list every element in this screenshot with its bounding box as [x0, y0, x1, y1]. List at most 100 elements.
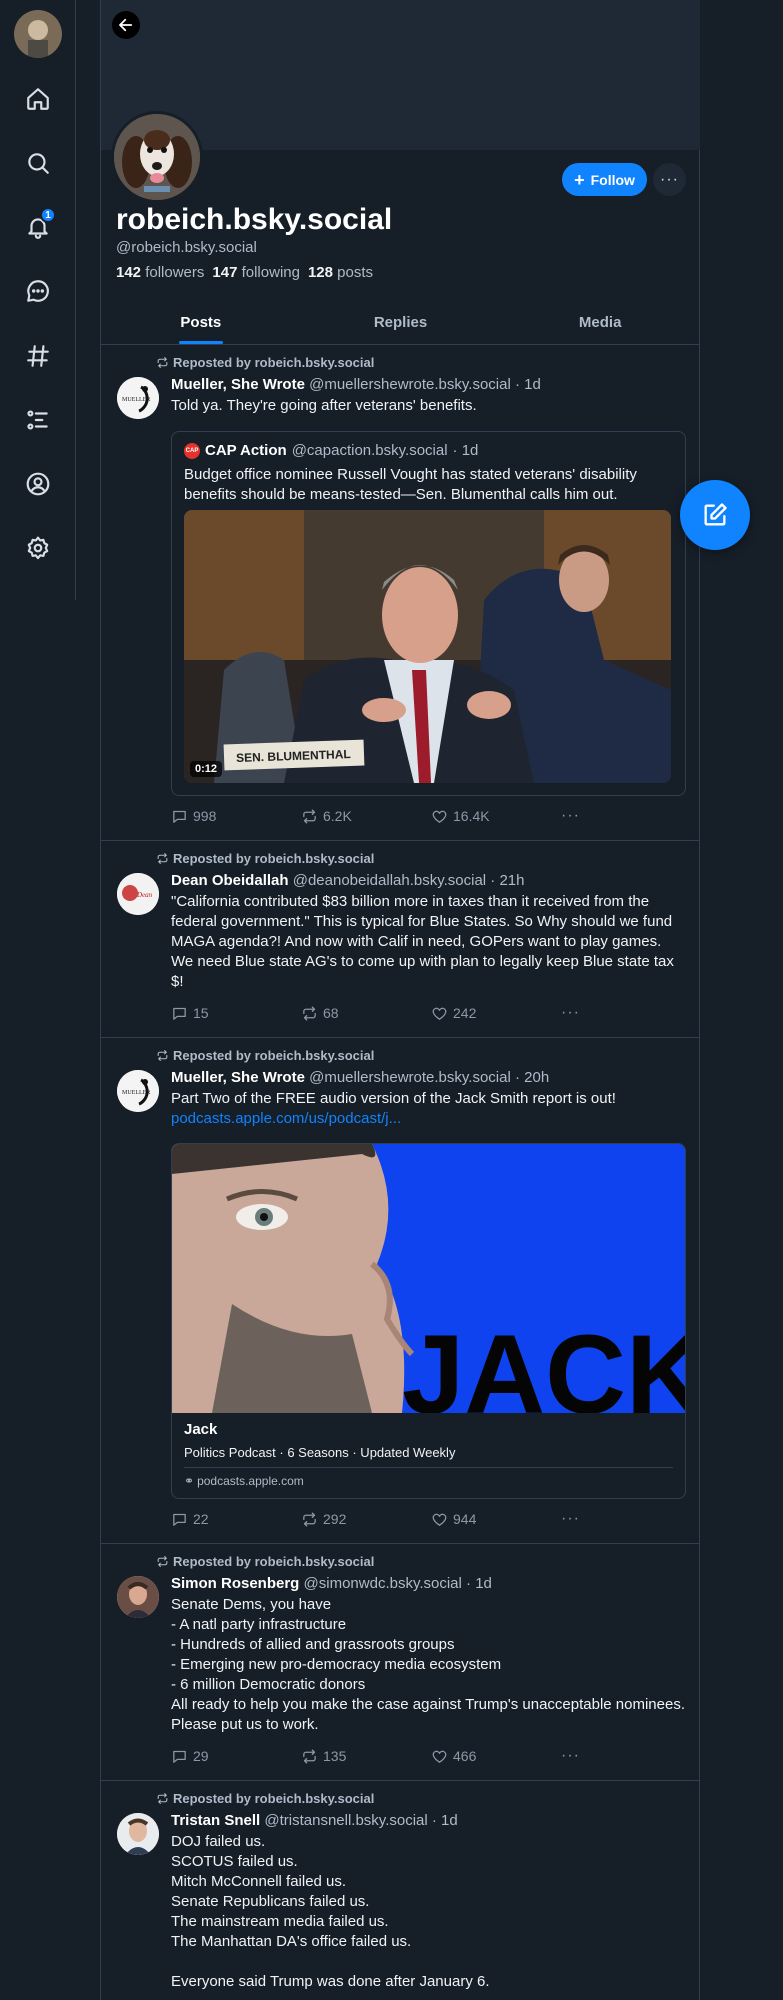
ellipsis-icon: ···	[561, 1510, 580, 1527]
quote-handle[interactable]: @capaction.bsky.social	[292, 442, 448, 459]
post-more-button[interactable]: ···	[561, 1510, 580, 1528]
feed-post[interactable]: Reposted by robeich.bsky.social Dean Dea…	[101, 841, 700, 1038]
compose-button[interactable]	[680, 480, 750, 550]
lists-icon[interactable]	[18, 400, 58, 440]
repost-button[interactable]: 292	[301, 1511, 431, 1528]
repost-icon	[157, 853, 168, 864]
post-handle[interactable]: @tristansnell.bsky.social	[264, 1812, 427, 1829]
link-card-title: Jack	[184, 1421, 218, 1438]
globe-icon: ⚭	[184, 1474, 195, 1488]
author-avatar[interactable]: MUELLER	[117, 1070, 159, 1112]
ellipsis-icon: ···	[561, 807, 580, 824]
search-icon[interactable]	[18, 143, 58, 183]
post-time: · 21h	[490, 872, 525, 889]
like-button[interactable]: 466	[431, 1748, 561, 1765]
chat-icon[interactable]	[18, 271, 58, 311]
profile-stats: 142 followers 147 following 128 posts	[116, 264, 373, 281]
video-duration: 0:12	[190, 761, 223, 777]
my-avatar[interactable]	[14, 10, 62, 58]
post-handle[interactable]: @simonwdc.bsky.social	[304, 1575, 462, 1592]
profile-main-column: + Follow ··· robeich.bsky.social @robeic…	[100, 0, 700, 2000]
post-time: · 20h	[514, 1069, 550, 1086]
author-avatar[interactable]	[117, 1813, 159, 1855]
heart-icon	[432, 1007, 447, 1020]
author-avatar[interactable]: Dean	[117, 873, 159, 915]
post-actions: 22 292 944 ···	[171, 1510, 580, 1528]
profile-avatar[interactable]	[111, 111, 203, 203]
following-stat[interactable]: 147 following	[212, 264, 300, 281]
feed-post[interactable]: Reposted by robeich.bsky.social Tristan …	[101, 1781, 700, 2000]
ellipsis-icon: ···	[561, 1004, 580, 1021]
link-card[interactable]: JACK Jack Politics Podcast · 6 Seasons ·…	[171, 1143, 686, 1499]
feed-post[interactable]: Reposted by robeich.bsky.social MUELLER …	[101, 1038, 700, 1544]
repost-button[interactable]: 135	[301, 1748, 431, 1765]
post-text: Part Two of the FREE audio version of th…	[171, 1090, 616, 1107]
follow-label: Follow	[590, 171, 635, 188]
repost-icon	[303, 1511, 316, 1527]
post-text: Told ya. They're going after veterans' b…	[171, 397, 477, 414]
reply-button[interactable]: 22	[171, 1511, 301, 1528]
podcast-image: JACK	[172, 1144, 685, 1413]
tab-posts[interactable]: Posts	[101, 300, 301, 344]
feed-post[interactable]: Reposted by robeich.bsky.social MUELLER …	[101, 345, 700, 841]
post-text: Senate Dems, you have - A natl party inf…	[171, 1596, 685, 1733]
repost-icon	[303, 1005, 316, 1021]
followers-stat[interactable]: 142 followers	[116, 264, 204, 281]
back-button[interactable]	[112, 11, 140, 39]
post-handle[interactable]: @muellershewrote.bsky.social	[309, 1069, 511, 1086]
notifications-icon[interactable]: 1	[18, 207, 58, 247]
reply-icon	[173, 1007, 186, 1020]
reply-icon	[173, 810, 186, 823]
feed-post[interactable]: Reposted by robeich.bsky.social Simon Ro…	[101, 1544, 700, 1781]
video-player[interactable]: SEN. BLUMENTHAL 0:12	[184, 510, 671, 783]
post-link[interactable]: podcasts.apple.com/us/podcast/j...	[171, 1109, 686, 1129]
post-author[interactable]: Mueller, She Wrote	[171, 376, 305, 393]
repost-indicator: Reposted by robeich.bsky.social	[156, 1554, 374, 1569]
quote-author[interactable]: CAP Action	[205, 442, 287, 459]
cap-action-avatar: CAP	[184, 442, 200, 459]
reply-button[interactable]: 998	[171, 808, 301, 825]
tab-media[interactable]: Media	[500, 300, 700, 344]
reply-button[interactable]: 29	[171, 1748, 301, 1765]
tab-replies[interactable]: Replies	[301, 300, 501, 344]
left-nav: 1	[0, 0, 76, 600]
avatar-image	[14, 10, 62, 58]
ellipsis-icon: ···	[561, 1747, 580, 1764]
link-card-domain-row: ⚭ podcasts.apple.com	[184, 1474, 304, 1488]
repost-button[interactable]: 6.2K	[301, 808, 431, 825]
quote-time: · 1d	[452, 442, 479, 459]
post-more-button[interactable]: ···	[561, 807, 580, 825]
post-more-button[interactable]: ···	[561, 1747, 580, 1765]
post-author[interactable]: Dean Obeidallah	[171, 872, 289, 889]
author-avatar[interactable]	[117, 1576, 159, 1618]
quote-text: Budget office nominee Russell Vought has…	[184, 466, 637, 503]
post-author[interactable]: Tristan Snell	[171, 1812, 260, 1829]
like-button[interactable]: 16.4K	[431, 808, 561, 825]
post-time: · 1d	[466, 1575, 492, 1592]
like-button[interactable]: 944	[431, 1511, 561, 1528]
repost-indicator: Reposted by robeich.bsky.social	[156, 1048, 374, 1063]
post-handle[interactable]: @deanobeidallah.bsky.social	[293, 872, 486, 889]
notification-badge: 1	[40, 207, 56, 223]
like-button[interactable]: 242	[431, 1005, 561, 1022]
home-icon[interactable]	[18, 79, 58, 119]
author-avatar[interactable]: MUELLER	[117, 377, 159, 419]
dog-avatar-image	[114, 114, 200, 200]
reply-button[interactable]: 15	[171, 1005, 301, 1022]
post-more-button[interactable]: ···	[561, 1004, 580, 1022]
repost-icon	[303, 808, 316, 824]
quoted-post[interactable]: CAP CAP Action @capaction.bsky.social · …	[171, 431, 686, 796]
post-author[interactable]: Simon Rosenberg	[171, 1575, 299, 1592]
link-card-description: Politics Podcast · 6 Seasons · Updated W…	[184, 1445, 456, 1460]
post-handle[interactable]: @muellershewrote.bsky.social	[309, 376, 511, 393]
hashtag-feeds-icon[interactable]	[18, 336, 58, 376]
plus-icon: +	[574, 169, 585, 190]
profile-icon[interactable]	[18, 464, 58, 504]
settings-icon[interactable]	[18, 528, 58, 568]
repost-button[interactable]: 68	[301, 1005, 431, 1022]
repost-icon	[157, 1793, 168, 1804]
more-options-button[interactable]: ···	[653, 163, 686, 196]
post-author[interactable]: Mueller, She Wrote	[171, 1069, 305, 1086]
follow-button[interactable]: + Follow	[562, 163, 647, 196]
post-actions: 998 6.2K 16.4K ···	[171, 807, 580, 825]
